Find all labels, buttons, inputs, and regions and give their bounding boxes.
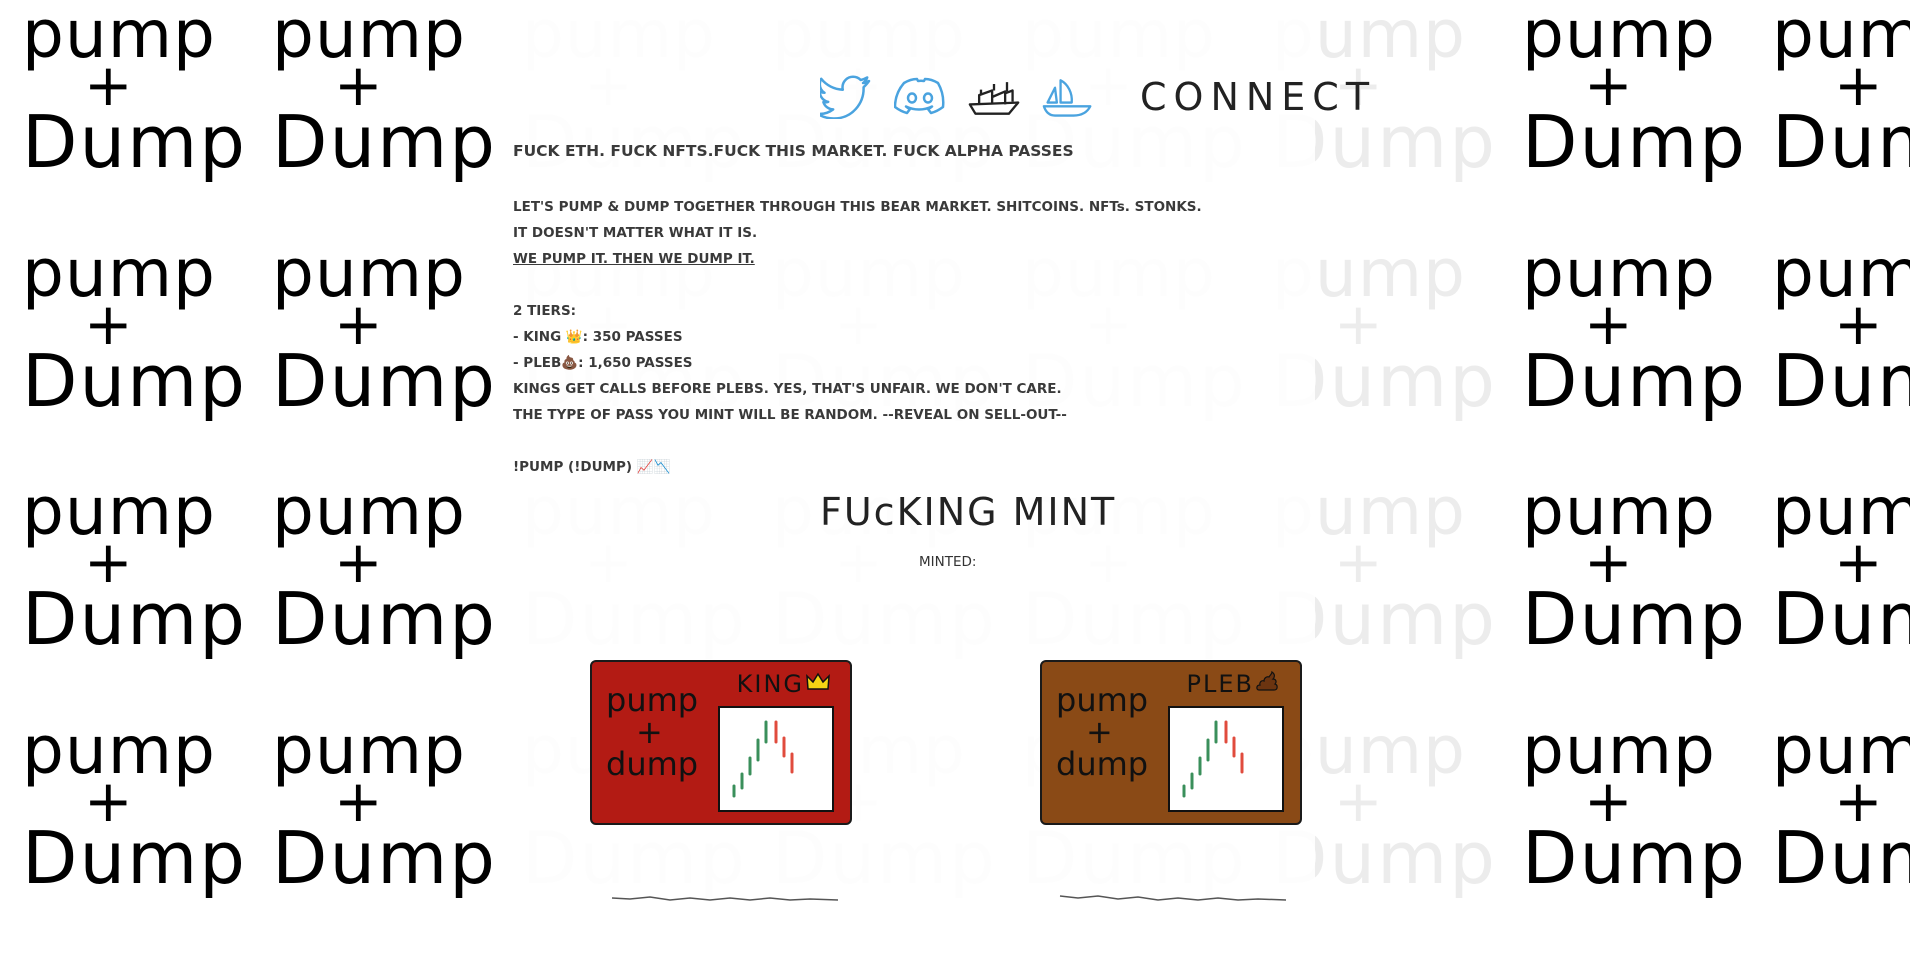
bg-tile: pump+Dump <box>1522 711 1747 900</box>
headline: FUCK ETH. FUCK NFTS.FUCK THIS MARKET. FU… <box>513 142 1074 160</box>
pleb-pass-card: pump + dump PLEB <box>1040 660 1302 825</box>
bg-tile: pump+Dump <box>1772 234 1910 423</box>
ticker-line: !PUMP (!DUMP) 📈📉 <box>513 459 671 475</box>
bg-tile: pump+Dump <box>22 473 247 661</box>
bg-tile: pump+Dump <box>22 0 247 184</box>
bg-tile: pump+Dump <box>272 234 497 423</box>
king-pass-card: pump + dump KING <box>590 660 852 825</box>
bg-tile: pump+Dump <box>1522 0 1747 184</box>
tier-king: - KING 👑: 350 PASSES <box>513 329 683 345</box>
manifesto-line: LET'S PUMP & DUMP TOGETHER THROUGH THIS … <box>513 199 1202 215</box>
bg-tile: pump+Dump <box>1522 473 1747 661</box>
top-nav: CONNECT <box>820 72 1376 122</box>
twitter-icon[interactable] <box>820 74 872 120</box>
card-label: KING <box>737 670 830 698</box>
bg-tile: pump+Dump <box>22 711 247 900</box>
bg-tile: pump+Dump <box>1772 0 1910 184</box>
background-column-7: pump + Dump pump + Dump pump + Dump pump + Dump <box>1500 0 1750 954</box>
candlestick-chart-icon <box>718 706 834 812</box>
card-wordmark: pump + dump <box>1056 681 1149 783</box>
manifesto-line: KINGS GET CALLS BEFORE PLEBS. YES, THAT'… <box>513 381 1062 397</box>
manifesto-line: IT DOESN'T MATTER WHAT IT IS. <box>513 225 758 241</box>
manifesto: FUCK ETH. FUCK NFTS.FUCK THIS MARKET. FU… <box>513 138 1313 480</box>
poop-icon <box>1256 670 1280 698</box>
bg-tile: pump+Dump <box>22 234 247 423</box>
ship-icon[interactable] <box>968 74 1020 120</box>
manifesto-line: THE TYPE OF PASS YOU MINT WILL BE RANDOM… <box>513 407 1067 423</box>
bg-tile: pump+Dump <box>272 711 497 900</box>
bg-tile: pump+Dump <box>272 473 497 661</box>
background-column-2: pump + Dump pump + Dump pump + Dump pump + Dump <box>250 0 500 954</box>
tier-pleb: - PLEB💩: 1,650 PASSES <box>513 355 693 371</box>
discord-icon[interactable] <box>894 74 946 120</box>
bg-tile: pump+Dump <box>272 0 497 184</box>
connect-button[interactable]: CONNECT <box>1140 75 1376 119</box>
opensea-icon[interactable] <box>1042 74 1094 120</box>
minted-counter: MINTED: <box>919 554 977 570</box>
candlestick-chart-icon <box>1168 706 1284 812</box>
manifesto-line-underlined: WE PUMP IT. THEN WE DUMP IT. <box>513 251 755 267</box>
card-label: PLEB <box>1187 670 1280 698</box>
bg-tile: pump+Dump <box>1522 234 1747 423</box>
tiers-title: 2 TIERS: <box>513 303 577 319</box>
card-wordmark: pump + dump <box>606 681 699 783</box>
mint-button[interactable]: FUcKING MINT <box>820 490 1116 534</box>
crown-icon <box>806 670 830 698</box>
bg-tile: pump+Dump <box>1772 473 1910 661</box>
squiggle-divider <box>611 896 839 901</box>
background-column-8: pump+Dump pump+Dump pump+Dump pump+Dump <box>1750 0 1910 954</box>
background-column-1: pump + Dump pump + Dump pump + Dump pump + Dump <box>0 0 250 954</box>
bg-tile: pump+Dump <box>1772 711 1910 900</box>
squiggle-divider <box>1059 895 1287 901</box>
